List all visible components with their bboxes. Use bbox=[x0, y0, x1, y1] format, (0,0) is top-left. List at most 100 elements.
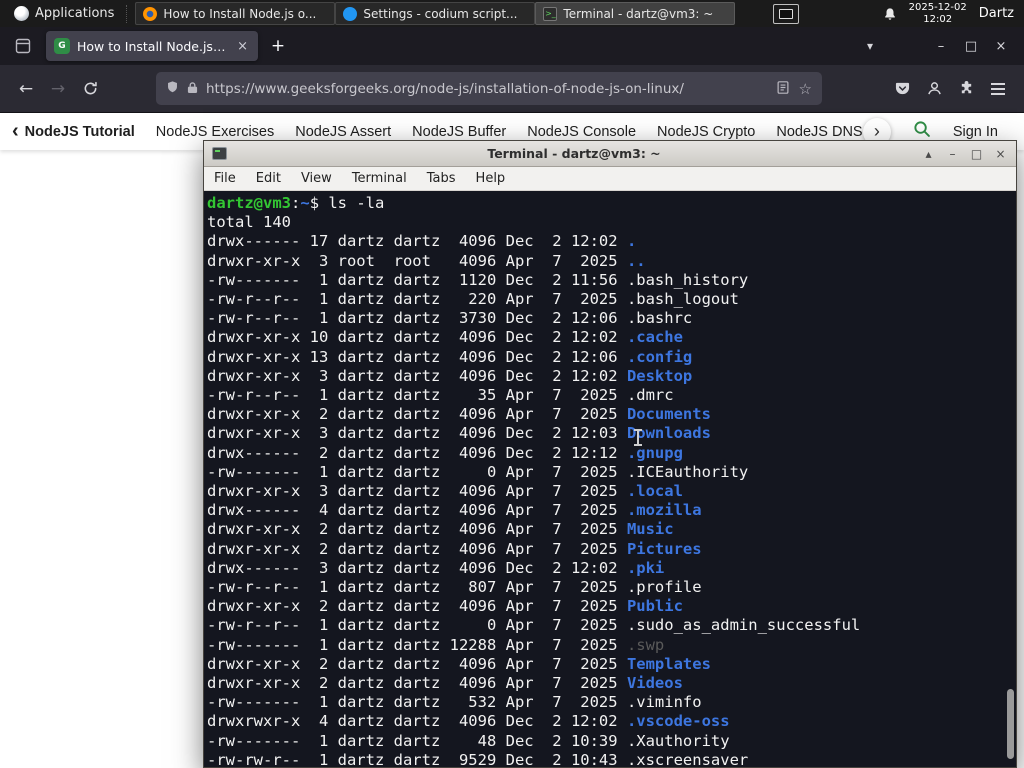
reload-button[interactable] bbox=[74, 73, 106, 105]
terminal-menu-help[interactable]: Help bbox=[466, 169, 516, 188]
bookmark-star-icon[interactable]: ☆ bbox=[799, 80, 812, 98]
file-name: .cache bbox=[626, 328, 683, 347]
window-close-button[interactable]: × bbox=[986, 32, 1016, 60]
taskbar-button-terminal[interactable]: >_ Terminal - dartz@vm3: ~ bbox=[535, 2, 736, 25]
forward-button[interactable]: → bbox=[42, 73, 74, 105]
terminal-line: drwxr-xr-x 2 dartz dartz 4096 Apr 7 2025… bbox=[207, 539, 702, 558]
file-name: .profile bbox=[626, 578, 702, 597]
taskbar-label: Terminal - dartz@vm3: ~ bbox=[563, 6, 714, 21]
window-minimize-button[interactable]: – bbox=[926, 32, 956, 60]
url-bar[interactable]: https://www.geeksforgeeks.org/node-js/in… bbox=[156, 72, 822, 105]
reader-mode-icon[interactable] bbox=[777, 79, 789, 98]
terminal-close-button[interactable]: × bbox=[993, 147, 1008, 161]
terminal-line: drwxr-xr-x 2 dartz dartz 4096 Apr 7 2025… bbox=[207, 520, 674, 539]
terminal-line: total 140 bbox=[207, 213, 291, 232]
terminal-menu-file[interactable]: File bbox=[204, 169, 246, 188]
terminal-window: Terminal - dartz@vm3: ~ ▴ – □ × File Edit… bbox=[203, 140, 1017, 768]
user-menu[interactable]: Dartz bbox=[979, 6, 1014, 21]
nav-scroll-left-icon[interactable]: ‹ bbox=[12, 120, 19, 143]
notification-bell-icon[interactable] bbox=[883, 7, 897, 21]
terminal-line: drwxr-xr-x 3 dartz dartz 4096 Dec 2 12:0… bbox=[207, 366, 693, 385]
terminal-scrollbar-thumb[interactable] bbox=[1007, 689, 1014, 759]
gfg-nav-link-nodejs-dns[interactable]: NodeJS DNS bbox=[776, 124, 862, 140]
terminal-line: drwx------ 4 dartz dartz 4096 Apr 7 2025… bbox=[207, 501, 702, 520]
file-name: .local bbox=[626, 482, 683, 501]
file-name: Documents bbox=[626, 405, 711, 424]
terminal-output[interactable]: dartz@vm3:~$ ls -la total 140 drwx------ 1… bbox=[204, 191, 1016, 767]
mouse-cursor bbox=[634, 429, 642, 446]
terminal-scrollbar[interactable] bbox=[1004, 191, 1016, 767]
new-tab-button[interactable]: + bbox=[264, 32, 292, 60]
window-maximize-button[interactable]: □ bbox=[956, 32, 986, 60]
panel-separator bbox=[126, 4, 131, 23]
tabs-dropdown-icon[interactable]: ▾ bbox=[856, 39, 884, 53]
terminal-minimize-button[interactable]: – bbox=[945, 147, 960, 161]
file-name: .dmrc bbox=[626, 386, 674, 405]
file-name: . bbox=[626, 232, 637, 251]
file-name: Public bbox=[626, 597, 683, 616]
file-name: .bashrc bbox=[626, 309, 693, 328]
gfg-nav-link-nodejs-console[interactable]: NodeJS Console bbox=[527, 124, 636, 140]
applications-menu[interactable]: Applications bbox=[6, 0, 122, 27]
browser-tab[interactable]: G How to Install Node.js on × bbox=[46, 31, 258, 61]
panel-tray: 2025-12-02 12:02 Dartz bbox=[772, 2, 1018, 26]
terminal-line: -rw-r--r-- 1 dartz dartz 807 Apr 7 2025 … bbox=[207, 578, 702, 597]
lock-icon[interactable] bbox=[187, 79, 198, 98]
gfg-nav-link-nodejs-assert[interactable]: NodeJS Assert bbox=[295, 124, 391, 140]
file-name: .gnupg bbox=[626, 443, 683, 462]
sign-in-button[interactable]: Sign In bbox=[953, 124, 998, 140]
file-name: .. bbox=[626, 251, 646, 270]
terminal-menu-edit[interactable]: Edit bbox=[246, 169, 291, 188]
gfg-nav-link-nodejs-buffer[interactable]: NodeJS Buffer bbox=[412, 124, 506, 140]
clock-time: 12:02 bbox=[923, 13, 953, 25]
taskbar-button-codium[interactable]: Settings - codium script... bbox=[335, 2, 536, 25]
menu-icon[interactable] bbox=[982, 73, 1014, 105]
terminal-titlebar[interactable]: Terminal - dartz@vm3: ~ ▴ – □ × bbox=[204, 141, 1016, 167]
distro-logo-icon bbox=[14, 6, 29, 21]
codium-icon bbox=[343, 6, 358, 21]
gfg-nav-link-nodejs-exercises[interactable]: NodeJS Exercises bbox=[156, 124, 274, 140]
terminal-line: drwxr-xr-x 2 dartz dartz 4096 Apr 7 2025… bbox=[207, 597, 683, 616]
panel-clock[interactable]: 2025-12-02 12:02 bbox=[909, 2, 967, 26]
file-name: .xscreensaver bbox=[626, 750, 749, 767]
terminal-shade-button[interactable]: ▴ bbox=[921, 147, 936, 161]
terminal-line: -rw-rw-r-- 1 dartz dartz 9529 Dec 2 10:4… bbox=[207, 750, 749, 767]
terminal-menu-terminal[interactable]: Terminal bbox=[342, 169, 417, 188]
file-name: .config bbox=[626, 347, 693, 366]
browser-tab-bar: G How to Install Node.js on × + ▾ – □ × bbox=[0, 27, 1024, 65]
terminal-line: drwx------ 2 dartz dartz 4096 Dec 2 12:1… bbox=[207, 443, 683, 462]
terminal-menu-view[interactable]: View bbox=[291, 169, 342, 188]
file-name: Pictures bbox=[626, 539, 702, 558]
terminal-line: -rw------- 1 dartz dartz 12288 Apr 7 202… bbox=[207, 635, 665, 654]
terminal-line: -rw------- 1 dartz dartz 532 Apr 7 2025 … bbox=[207, 693, 702, 712]
terminal-maximize-button[interactable]: □ bbox=[969, 147, 984, 161]
tray-terminal-icon[interactable] bbox=[772, 3, 799, 24]
terminal-title: Terminal - dartz@vm3: ~ bbox=[487, 146, 661, 161]
extensions-icon[interactable] bbox=[950, 73, 982, 105]
pocket-icon[interactable] bbox=[886, 73, 918, 105]
taskbar-label: Settings - codium script... bbox=[363, 6, 518, 21]
terminal-menu-tabs[interactable]: Tabs bbox=[417, 169, 466, 188]
terminal-line: drwxr-xr-x 2 dartz dartz 4096 Apr 7 2025… bbox=[207, 674, 683, 693]
gfg-nav-link-nodejs-tutorial[interactable]: NodeJS Tutorial bbox=[25, 124, 135, 140]
terminal-line: drwxrwxr-x 4 dartz dartz 4096 Dec 2 12:0… bbox=[207, 712, 730, 731]
tab-close-icon[interactable]: × bbox=[235, 39, 250, 54]
browser-toolbar: ← → https://www.geeksforgeeks.org/node-j… bbox=[0, 65, 1024, 113]
terminal-line: drwx------ 17 dartz dartz 4096 Dec 2 12:… bbox=[207, 232, 637, 251]
firefox-view-icon[interactable] bbox=[8, 32, 38, 60]
file-name: .Xauthority bbox=[626, 731, 730, 750]
shield-icon[interactable] bbox=[166, 79, 179, 98]
terminal-line: drwxr-xr-x 3 dartz dartz 4096 Dec 2 12:0… bbox=[207, 424, 711, 443]
applications-label: Applications bbox=[35, 6, 115, 21]
file-name: .sudo_as_admin_successful bbox=[626, 616, 861, 635]
gfg-nav-link-nodejs-crypto[interactable]: NodeJS Crypto bbox=[657, 124, 755, 140]
file-name: .bash_history bbox=[626, 270, 749, 289]
terminal-line: drwx------ 3 dartz dartz 4096 Dec 2 12:0… bbox=[207, 558, 665, 577]
terminal-menubar: File Edit View Terminal Tabs Help bbox=[204, 167, 1016, 191]
file-name: .viminfo bbox=[626, 693, 702, 712]
back-button[interactable]: ← bbox=[10, 73, 42, 105]
account-icon[interactable] bbox=[918, 73, 950, 105]
file-name: .mozilla bbox=[626, 501, 702, 520]
terminal-icon: >_ bbox=[543, 6, 558, 21]
taskbar-button-firefox[interactable]: How to Install Node.js o... bbox=[135, 2, 336, 25]
